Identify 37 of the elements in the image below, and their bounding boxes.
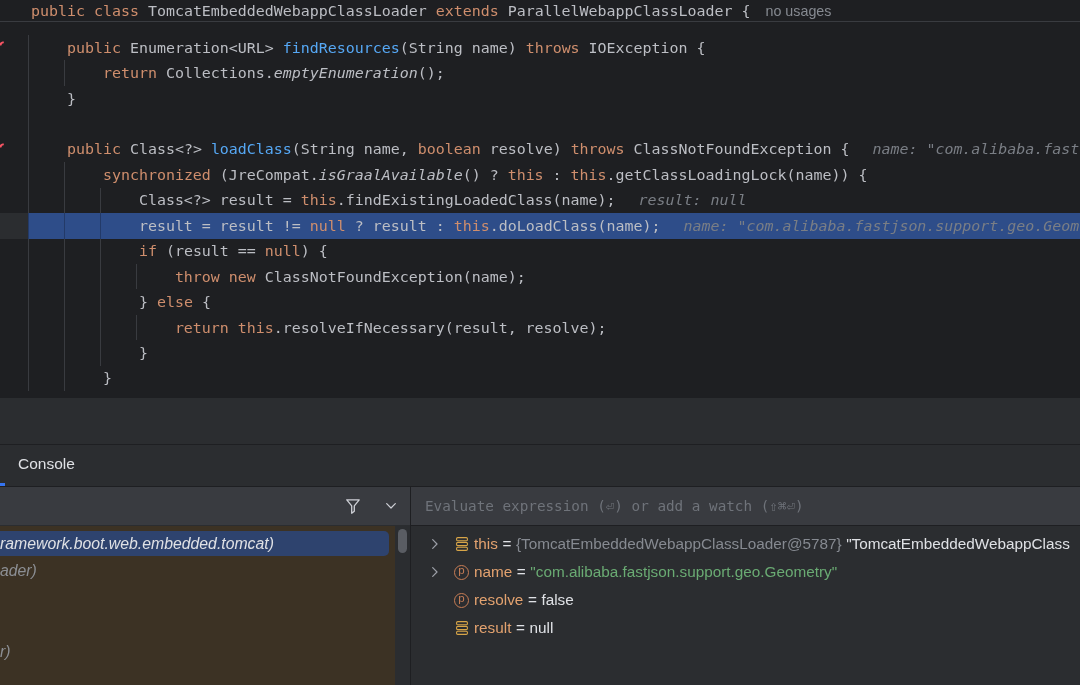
code-line: } (102, 369, 112, 388)
code-line: return this.resolveIfNecessary(result, resolve); (174, 318, 607, 337)
code-line: Class<?> result = this.findExistingLoadedClass(name); (138, 191, 616, 210)
variable-entry[interactable]: resolve = false (474, 591, 574, 609)
code-line: public class TomcatEmbeddedWebappClassLoader extends ParallelWebappClassLoader { (31, 1, 751, 20)
code-line: result = result != null ? result : this.doLoadClass(name); (138, 216, 661, 235)
code-line: } else { (138, 293, 211, 312)
inlay-hint: result: null (638, 191, 747, 210)
code-line: public Class<?> loadClass(String name, boolean resolve) throws ClassNotFoundException { (66, 140, 850, 159)
inlay-hint: name: "com.alibaba.fast (872, 140, 1080, 159)
variable-entry[interactable]: name = "com.alibaba.fastjson.support.geo.Geometry" (474, 563, 838, 581)
scrollbar-thumb[interactable] (398, 529, 407, 553)
inlay-hint: name: "com.alibaba.fastjson.support.geo.Geom (683, 216, 1080, 235)
filter-icon[interactable] (346, 498, 360, 514)
stack-frame[interactable]: ramework.boot.web.embedded.tomcat) (0, 531, 389, 556)
code-line: } (138, 343, 148, 362)
variable-entry[interactable]: result = null (474, 619, 554, 637)
code-line: if (result == null) { (138, 242, 328, 261)
evaluate-expression-field[interactable]: Evaluate expression (⏎) or add a watch (⇧⌘⏎) (411, 487, 1080, 526)
usages-hint: no usages (765, 2, 832, 19)
gutter-marker-icon[interactable] (0, 41, 4, 46)
chevron-right-icon[interactable] (432, 567, 438, 577)
code-line: } (66, 89, 76, 108)
console-tab[interactable]: Console (6, 445, 87, 486)
stack-frame[interactable]: r) (0, 639, 389, 664)
gutter-marker-icon[interactable] (0, 142, 4, 148)
chevron-down-icon[interactable] (386, 503, 396, 509)
variable-entry[interactable]: this = {TomcatEmbeddedWebappClassLoader@5787} "TomcatEmbeddedWebappClass (474, 535, 1070, 553)
stack-frame[interactable]: ader) (0, 558, 389, 583)
code-line: throw new ClassNotFoundException(name); (174, 267, 526, 286)
code-line: synchronized (JreCompat.isGraalAvailable() ? this : this.getClassLoadingLock(name)) { (102, 165, 868, 184)
code-line: public Enumeration<URL> findResources(String name) throws IOException { (66, 38, 706, 57)
current-line-gutter (0, 213, 28, 239)
code-line: return Collections.emptyEnumeration(); (102, 64, 445, 83)
chevron-right-icon[interactable] (432, 539, 438, 549)
stacked-bars-icon (455, 537, 468, 551)
stacked-bars-icon (455, 621, 468, 635)
